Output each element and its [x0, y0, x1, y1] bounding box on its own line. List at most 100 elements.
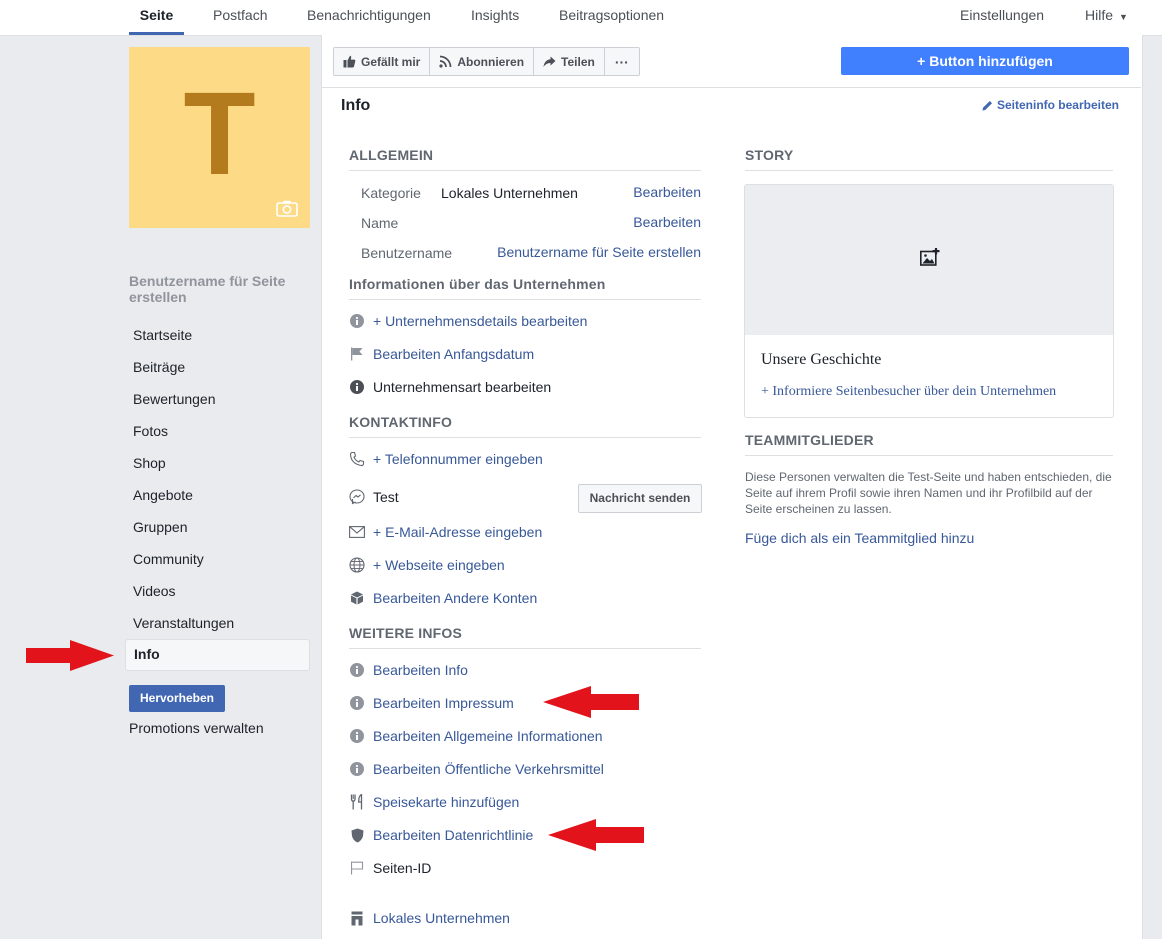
page-profile-picture[interactable]: T — [129, 47, 310, 228]
edit-transit-link[interactable]: Bearbeiten Öffentliche Verkehrsmittel — [373, 761, 604, 777]
edit-privacy-link[interactable]: Bearbeiten Datenrichtlinie — [373, 827, 533, 843]
info-icon — [349, 379, 365, 395]
sidebar-item-bewertungen[interactable]: Bewertungen — [125, 383, 310, 415]
edit-name-link[interactable]: Bearbeiten — [633, 214, 701, 230]
add-menu-row[interactable]: Speisekarte hinzufügen — [349, 794, 519, 810]
story-card[interactable]: Unsere Geschichte + Informiere Seitenbes… — [744, 184, 1114, 418]
edit-impressum-link[interactable]: Bearbeiten Impressum — [373, 695, 514, 711]
flag-icon — [349, 346, 365, 362]
shield-icon — [349, 827, 365, 843]
sidebar-item-shop[interactable]: Shop — [125, 447, 310, 479]
tab-einstellungen[interactable]: Einstellungen — [960, 0, 1044, 35]
edit-impressum-row[interactable]: Bearbeiten Impressum — [349, 695, 514, 711]
business-type-link[interactable]: Unternehmensart bearbeiten — [373, 379, 551, 395]
phone-row[interactable]: + Telefonnummer eingeben — [349, 451, 543, 467]
page-sidebar: Startseite Beiträge Bewertungen Fotos Sh… — [125, 319, 310, 671]
sidebar-item-community[interactable]: Community — [125, 543, 310, 575]
add-button[interactable]: + Button hinzufügen — [841, 47, 1129, 75]
sidebar-item-info[interactable]: Info — [125, 639, 310, 671]
send-message-button[interactable]: Nachricht senden — [578, 484, 702, 513]
info-title: Info — [341, 97, 371, 114]
camera-icon[interactable] — [276, 200, 298, 217]
create-username-link[interactable]: Benutzername für Seite erstellen — [129, 273, 309, 305]
share-icon — [543, 56, 556, 67]
edit-general-info-row[interactable]: Bearbeiten Allgemeine Informationen — [349, 728, 603, 744]
profile-letter: T — [183, 68, 256, 200]
like-button[interactable]: Gefällt mir — [334, 48, 431, 75]
team-description: Diese Personen verwalten die Test-Seite … — [745, 470, 1112, 516]
edit-general-info-link[interactable]: Bearbeiten Allgemeine Informationen — [373, 728, 603, 744]
fork-knife-icon — [349, 794, 365, 810]
edit-category-link[interactable]: Bearbeiten — [633, 184, 701, 200]
sidebar-item-veranstaltungen[interactable]: Veranstaltungen — [125, 607, 310, 639]
sidebar-item-videos[interactable]: Videos — [125, 575, 310, 607]
other-accounts-link[interactable]: Bearbeiten Andere Konten — [373, 590, 537, 606]
sidebar-item-fotos[interactable]: Fotos — [125, 415, 310, 447]
subscribe-button[interactable]: Abonnieren — [430, 48, 535, 75]
edit-privacy-row[interactable]: Bearbeiten Datenrichtlinie — [349, 827, 533, 843]
story-add-link[interactable]: + Informiere Seitenbesucher über dein Un… — [761, 384, 1056, 400]
business-details-row[interactable]: + Unternehmensdetails bearbeiten — [349, 313, 587, 329]
sidebar-item-beitraege[interactable]: Beiträge — [125, 351, 310, 383]
page-category-link[interactable]: Lokales Unternehmen — [373, 910, 510, 926]
page-id-label: Seiten-ID — [373, 860, 432, 876]
caret-down-icon: ▼ — [1119, 12, 1128, 22]
username-label: Benutzername — [361, 245, 453, 261]
tab-benachrichtigungen[interactable]: Benachrichtigungen — [307, 0, 431, 35]
email-link[interactable]: + E-Mail-Adresse eingeben — [373, 524, 542, 540]
tab-seite[interactable]: Seite — [129, 0, 184, 35]
start-date-link[interactable]: Bearbeiten Anfangsdatum — [373, 346, 534, 362]
add-menu-link[interactable]: Speisekarte hinzufügen — [373, 794, 519, 810]
divider — [349, 437, 701, 438]
share-label: Teilen — [561, 54, 595, 69]
annotation-arrow-icon — [548, 819, 644, 851]
divider — [349, 648, 701, 649]
sidebar-item-angebote[interactable]: Angebote — [125, 479, 310, 511]
divider — [349, 299, 701, 300]
hilfe-menu[interactable]: Hilfe ▼ — [1085, 0, 1128, 35]
divider — [745, 170, 1113, 171]
info-icon — [349, 662, 365, 678]
manage-promotions-link[interactable]: Promotions verwalten — [129, 720, 264, 736]
business-details-link[interactable]: + Unternehmensdetails bearbeiten — [373, 313, 587, 329]
sidebar-item-startseite[interactable]: Startseite — [125, 319, 310, 351]
join-team-link[interactable]: Füge dich als ein Teammitglied hinzu — [745, 530, 974, 546]
email-row[interactable]: + E-Mail-Adresse eingeben — [349, 524, 542, 540]
more-options-button[interactable]: ··· — [605, 48, 639, 75]
page-category-row[interactable]: Lokales Unternehmen — [349, 910, 510, 926]
section-heading-kontakt: KONTAKTINFO — [349, 414, 453, 430]
start-date-row[interactable]: Bearbeiten Anfangsdatum — [349, 346, 534, 362]
annotation-arrow-icon — [26, 640, 114, 671]
globe-icon — [349, 557, 365, 573]
section-heading-allgemein: ALLGEMEIN — [349, 147, 434, 163]
story-image-placeholder[interactable] — [745, 185, 1113, 335]
website-link[interactable]: + Webseite eingeben — [373, 557, 505, 573]
website-row[interactable]: + Webseite eingeben — [349, 557, 505, 573]
story-title: Unsere Geschichte — [761, 351, 882, 368]
sidebar-item-gruppen[interactable]: Gruppen — [125, 511, 310, 543]
edit-transit-row[interactable]: Bearbeiten Öffentliche Verkehrsmittel — [349, 761, 604, 777]
info-icon — [349, 695, 365, 711]
tab-postfach[interactable]: Postfach — [213, 0, 267, 35]
edit-page-info-link[interactable]: Seiteninfo bearbeiten — [982, 98, 1119, 112]
info-icon — [349, 761, 365, 777]
category-label: Kategorie — [361, 185, 421, 201]
share-button[interactable]: Teilen — [534, 48, 605, 75]
page-action-bar: Gefällt mir Abonnieren Teilen ··· — [333, 47, 640, 76]
messenger-icon — [349, 489, 365, 505]
divider — [349, 170, 701, 171]
edit-page-info-label: Seiteninfo bearbeiten — [996, 98, 1119, 112]
section-heading-team: TEAMMITGLIEDER — [745, 432, 874, 448]
tab-insights[interactable]: Insights — [471, 0, 519, 35]
tab-beitragsoptionen[interactable]: Beitragsoptionen — [559, 0, 664, 35]
promote-button[interactable]: Hervorheben — [129, 685, 225, 712]
category-value: Lokales Unternehmen — [441, 185, 578, 201]
top-navigation: Seite Postfach Benachrichtigungen Insigh… — [0, 0, 1162, 36]
business-type-row[interactable]: Unternehmensart bearbeiten — [349, 379, 551, 395]
create-username-link-main[interactable]: Benutzername für Seite erstellen — [497, 244, 701, 260]
messenger-username: Test — [373, 489, 399, 505]
other-accounts-row[interactable]: Bearbeiten Andere Konten — [349, 590, 537, 606]
phone-link[interactable]: + Telefonnummer eingeben — [373, 451, 543, 467]
edit-info-link[interactable]: Bearbeiten Info — [373, 662, 468, 678]
edit-info-row[interactable]: Bearbeiten Info — [349, 662, 468, 678]
